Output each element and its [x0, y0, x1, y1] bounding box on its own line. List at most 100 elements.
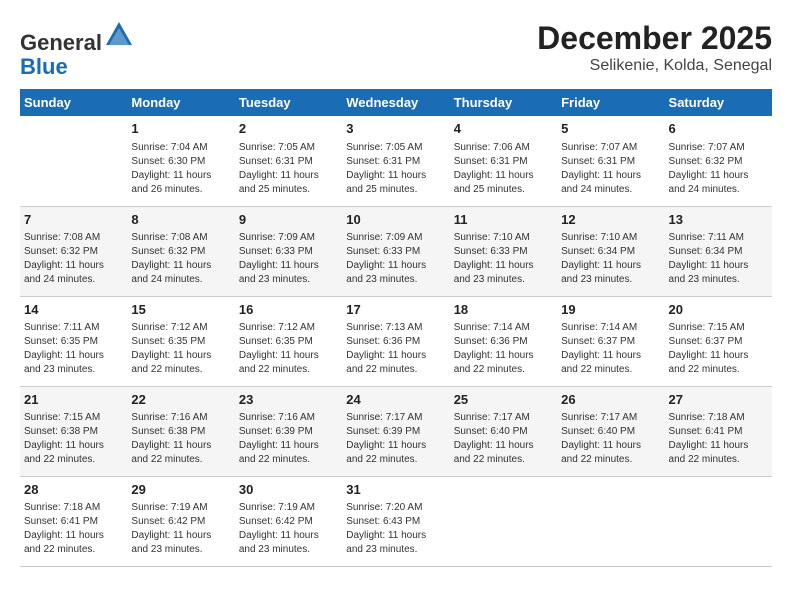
cell-info: Sunrise: 7:07 AM Sunset: 6:31 PM Dayligh… — [561, 141, 660, 197]
day-number: 1 — [131, 120, 230, 138]
weekday-header: Friday — [557, 89, 664, 116]
title-block: December 2025 Selikenie, Kolda, Senegal — [537, 20, 772, 75]
calendar-cell: 23 Sunrise: 7:16 AM Sunset: 6:39 PM Dayli… — [235, 386, 342, 476]
day-number: 21 — [24, 391, 123, 409]
day-number: 8 — [131, 211, 230, 229]
calendar-week-row: 14 Sunrise: 7:11 AM Sunset: 6:35 PM Dayli… — [20, 296, 772, 386]
day-number: 30 — [239, 481, 338, 499]
day-number: 16 — [239, 301, 338, 319]
day-number: 3 — [346, 120, 445, 138]
cell-info: Sunrise: 7:09 AM Sunset: 6:33 PM Dayligh… — [239, 231, 338, 287]
calendar-cell: 27 Sunrise: 7:18 AM Sunset: 6:41 PM Dayli… — [665, 386, 772, 476]
day-number: 22 — [131, 391, 230, 409]
calendar-cell: 14 Sunrise: 7:11 AM Sunset: 6:35 PM Dayli… — [20, 296, 127, 386]
calendar-cell: 26 Sunrise: 7:17 AM Sunset: 6:40 PM Dayli… — [557, 386, 664, 476]
calendar-cell: 13Sunrise: 7:11 AM Sunset: 6:34 PM Dayli… — [665, 206, 772, 296]
day-number: 28 — [24, 481, 123, 499]
cell-info: Sunrise: 7:07 AM Sunset: 6:32 PM Dayligh… — [669, 141, 768, 197]
day-number: 15 — [131, 301, 230, 319]
day-number: 26 — [561, 391, 660, 409]
calendar-cell: 21 Sunrise: 7:15 AM Sunset: 6:38 PM Dayli… — [20, 386, 127, 476]
logo-blue: Blue — [20, 54, 68, 79]
month-title: December 2025 — [537, 20, 772, 57]
calendar-header-row: SundayMondayTuesdayWednesdayThursdayFrid… — [20, 89, 772, 116]
cell-info: Sunrise: 7:16 AM Sunset: 6:38 PM Dayligh… — [131, 411, 230, 467]
calendar-cell: 29Sunrise: 7:19 AM Sunset: 6:42 PM Dayli… — [127, 476, 234, 566]
cell-info: Sunrise: 7:11 AM Sunset: 6:34 PM Dayligh… — [669, 231, 768, 287]
calendar-cell: 19Sunrise: 7:14 AM Sunset: 6:37 PM Dayli… — [557, 296, 664, 386]
day-number: 14 — [24, 301, 123, 319]
day-number: 11 — [454, 211, 553, 229]
cell-info: Sunrise: 7:17 AM Sunset: 6:39 PM Dayligh… — [346, 411, 445, 467]
calendar-cell: 7 Sunrise: 7:08 AM Sunset: 6:32 PM Daylig… — [20, 206, 127, 296]
cell-info: Sunrise: 7:05 AM Sunset: 6:31 PM Dayligh… — [239, 141, 338, 197]
location: Selikenie, Kolda, Senegal — [537, 57, 772, 75]
cell-info: Sunrise: 7:17 AM Sunset: 6:40 PM Dayligh… — [454, 411, 553, 467]
day-number: 6 — [669, 120, 768, 138]
cell-info: Sunrise: 7:18 AM Sunset: 6:41 PM Dayligh… — [24, 501, 123, 557]
weekday-header: Sunday — [20, 89, 127, 116]
calendar-cell: 3 Sunrise: 7:05 AM Sunset: 6:31 PM Daylig… — [342, 116, 449, 206]
weekday-header: Tuesday — [235, 89, 342, 116]
day-number: 23 — [239, 391, 338, 409]
day-number: 17 — [346, 301, 445, 319]
calendar-cell: 10Sunrise: 7:09 AM Sunset: 6:33 PM Dayli… — [342, 206, 449, 296]
cell-info: Sunrise: 7:18 AM Sunset: 6:41 PM Dayligh… — [669, 411, 768, 467]
day-number: 2 — [239, 120, 338, 138]
calendar-cell: 31Sunrise: 7:20 AM Sunset: 6:43 PM Dayli… — [342, 476, 449, 566]
day-number: 27 — [669, 391, 768, 409]
cell-info: Sunrise: 7:04 AM Sunset: 6:30 PM Dayligh… — [131, 141, 230, 197]
cell-info: Sunrise: 7:08 AM Sunset: 6:32 PM Dayligh… — [24, 231, 123, 287]
cell-info: Sunrise: 7:06 AM Sunset: 6:31 PM Dayligh… — [454, 141, 553, 197]
calendar-cell: 30 Sunrise: 7:19 AM Sunset: 6:42 PM Dayli… — [235, 476, 342, 566]
logo-general: General — [20, 30, 102, 55]
calendar-week-row: 7 Sunrise: 7:08 AM Sunset: 6:32 PM Daylig… — [20, 206, 772, 296]
calendar-cell: 15 Sunrise: 7:12 AM Sunset: 6:35 PM Dayli… — [127, 296, 234, 386]
day-number: 31 — [346, 481, 445, 499]
weekday-header: Monday — [127, 89, 234, 116]
cell-info: Sunrise: 7:11 AM Sunset: 6:35 PM Dayligh… — [24, 321, 123, 377]
day-number: 5 — [561, 120, 660, 138]
weekday-header: Thursday — [450, 89, 557, 116]
cell-info: Sunrise: 7:15 AM Sunset: 6:38 PM Dayligh… — [24, 411, 123, 467]
calendar-week-row: 21 Sunrise: 7:15 AM Sunset: 6:38 PM Dayli… — [20, 386, 772, 476]
cell-info: Sunrise: 7:19 AM Sunset: 6:42 PM Dayligh… — [131, 501, 230, 557]
weekday-header: Wednesday — [342, 89, 449, 116]
cell-info: Sunrise: 7:14 AM Sunset: 6:36 PM Dayligh… — [454, 321, 553, 377]
calendar-table: SundayMondayTuesdayWednesdayThursdayFrid… — [20, 89, 772, 567]
calendar-cell: 17 Sunrise: 7:13 AM Sunset: 6:36 PM Dayli… — [342, 296, 449, 386]
cell-info: Sunrise: 7:05 AM Sunset: 6:31 PM Dayligh… — [346, 141, 445, 197]
calendar-cell: 12Sunrise: 7:10 AM Sunset: 6:34 PM Dayli… — [557, 206, 664, 296]
cell-info: Sunrise: 7:09 AM Sunset: 6:33 PM Dayligh… — [346, 231, 445, 287]
calendar-cell — [450, 476, 557, 566]
calendar-cell: 24 Sunrise: 7:17 AM Sunset: 6:39 PM Dayli… — [342, 386, 449, 476]
calendar-cell: 25 Sunrise: 7:17 AM Sunset: 6:40 PM Dayli… — [450, 386, 557, 476]
day-number: 25 — [454, 391, 553, 409]
cell-info: Sunrise: 7:10 AM Sunset: 6:33 PM Dayligh… — [454, 231, 553, 287]
calendar-cell: 5 Sunrise: 7:07 AM Sunset: 6:31 PM Daylig… — [557, 116, 664, 206]
calendar-cell: 8Sunrise: 7:08 AM Sunset: 6:32 PM Daylig… — [127, 206, 234, 296]
cell-info: Sunrise: 7:12 AM Sunset: 6:35 PM Dayligh… — [239, 321, 338, 377]
cell-info: Sunrise: 7:13 AM Sunset: 6:36 PM Dayligh… — [346, 321, 445, 377]
day-number: 7 — [24, 211, 123, 229]
cell-info: Sunrise: 7:17 AM Sunset: 6:40 PM Dayligh… — [561, 411, 660, 467]
cell-info: Sunrise: 7:19 AM Sunset: 6:42 PM Dayligh… — [239, 501, 338, 557]
calendar-week-row: 28 Sunrise: 7:18 AM Sunset: 6:41 PM Dayli… — [20, 476, 772, 566]
day-number: 20 — [669, 301, 768, 319]
day-number: 9 — [239, 211, 338, 229]
cell-info: Sunrise: 7:12 AM Sunset: 6:35 PM Dayligh… — [131, 321, 230, 377]
calendar-cell: 28 Sunrise: 7:18 AM Sunset: 6:41 PM Dayli… — [20, 476, 127, 566]
day-number: 12 — [561, 211, 660, 229]
calendar-cell — [20, 116, 127, 206]
calendar-cell: 11 Sunrise: 7:10 AM Sunset: 6:33 PM Dayli… — [450, 206, 557, 296]
calendar-week-row: 1 Sunrise: 7:04 AM Sunset: 6:30 PM Daylig… — [20, 116, 772, 206]
calendar-cell: 6 Sunrise: 7:07 AM Sunset: 6:32 PM Daylig… — [665, 116, 772, 206]
cell-info: Sunrise: 7:15 AM Sunset: 6:37 PM Dayligh… — [669, 321, 768, 377]
calendar-cell: 16 Sunrise: 7:12 AM Sunset: 6:35 PM Dayli… — [235, 296, 342, 386]
weekday-header: Saturday — [665, 89, 772, 116]
page-header: General Blue December 2025 Selikenie, Ko… — [20, 20, 772, 79]
cell-info: Sunrise: 7:16 AM Sunset: 6:39 PM Dayligh… — [239, 411, 338, 467]
day-number: 24 — [346, 391, 445, 409]
calendar-cell: 22 Sunrise: 7:16 AM Sunset: 6:38 PM Dayli… — [127, 386, 234, 476]
calendar-cell: 9 Sunrise: 7:09 AM Sunset: 6:33 PM Daylig… — [235, 206, 342, 296]
